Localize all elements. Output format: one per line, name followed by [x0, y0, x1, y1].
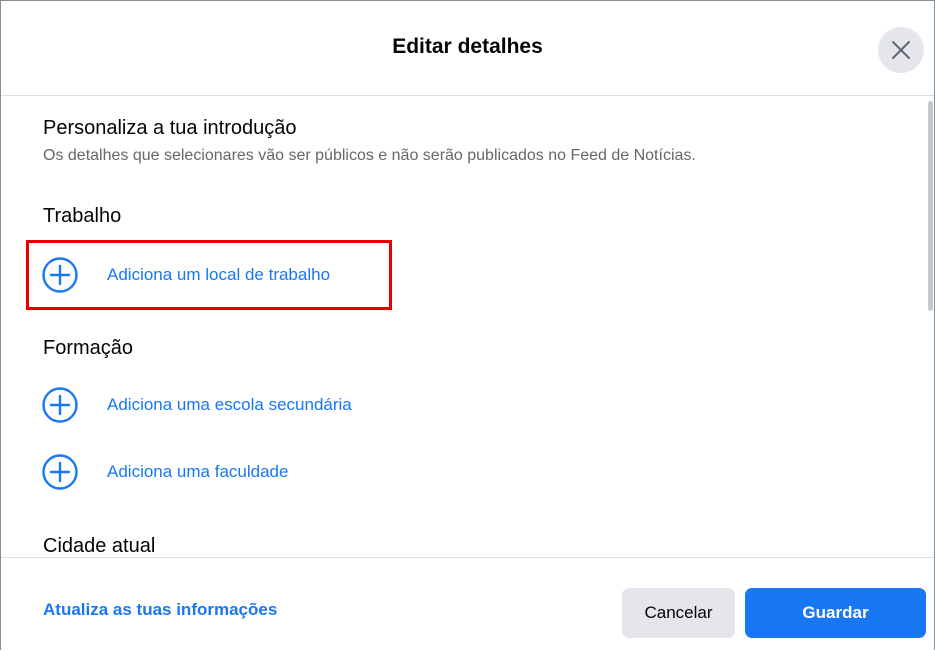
plus-circle-icon	[41, 453, 79, 491]
save-button[interactable]: Guardar	[745, 588, 926, 638]
dialog-body[interactable]: Personaliza a tua introdução Os detalhes…	[1, 97, 934, 557]
dialog-footer: Atualiza as tuas informações Cancelar Gu…	[1, 557, 934, 651]
scrollbar-thumb[interactable]	[928, 101, 933, 311]
add-high-school-button[interactable]: Adiciona uma escola secundária	[41, 383, 352, 427]
add-college-label: Adiciona uma faculdade	[107, 462, 289, 481]
dialog-title: Editar detalhes	[392, 35, 543, 58]
add-high-school-label: Adiciona uma escola secundária	[107, 395, 352, 414]
dialog-header: Editar detalhes	[1, 1, 934, 96]
close-button[interactable]	[878, 27, 924, 73]
section-title-current-city: Cidade atual	[43, 535, 156, 557]
edit-details-dialog: Editar detalhes Personaliza a tua introd…	[0, 0, 935, 650]
highlight-annotation	[26, 240, 392, 310]
cancel-button[interactable]: Cancelar	[622, 588, 735, 638]
intro-description: Os detalhes que selecionares vão ser púb…	[43, 147, 696, 164]
intro-title: Personaliza a tua introdução	[43, 117, 297, 139]
plus-circle-icon	[41, 386, 79, 424]
section-title-education: Formação	[43, 337, 134, 359]
add-college-button[interactable]: Adiciona uma faculdade	[41, 450, 288, 494]
section-title-work: Trabalho	[43, 205, 122, 227]
update-info-link[interactable]: Atualiza as tuas informações	[43, 600, 277, 620]
close-icon	[892, 41, 910, 59]
